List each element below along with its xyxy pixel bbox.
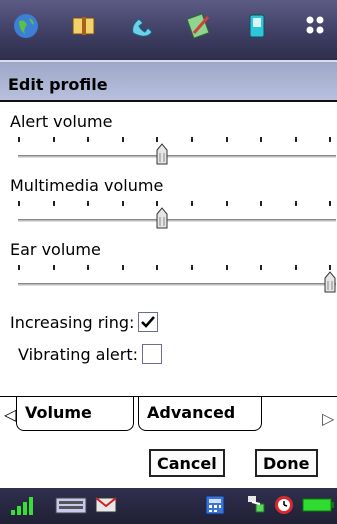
ear-volume-label: Ear volume [10, 240, 101, 259]
slider-tick [156, 201, 159, 206]
dialog-actions: Cancel Done [0, 442, 337, 488]
slider-tick [52, 265, 55, 270]
done-button[interactable]: Done [255, 449, 318, 477]
slider-tick [225, 201, 228, 206]
slider-tick [87, 201, 90, 206]
tab-left-arrow-icon[interactable]: ◁ [4, 405, 16, 424]
slider-tick [329, 137, 332, 142]
slider-tick [121, 265, 124, 270]
increasing-ring-label: Increasing ring: [10, 312, 135, 332]
tab-right-arrow-icon[interactable]: ▷ [322, 409, 334, 428]
slider-tick [294, 137, 297, 142]
slider-tick [52, 137, 55, 142]
mail-icon[interactable] [95, 494, 117, 516]
edit-profile-dialog: Edit profile Alert volume Multimedia vol… [0, 60, 337, 488]
tab-volume-label: Volume [25, 403, 92, 422]
slider-tick [87, 265, 90, 270]
grid-menu-icon[interactable] [297, 8, 333, 44]
globe-icon[interactable] [8, 8, 44, 44]
slider-tick [225, 137, 228, 142]
alert-volume-slider[interactable] [18, 155, 336, 158]
slider-tick [18, 137, 20, 142]
alert-volume-thumb[interactable] [156, 143, 168, 165]
dialog-title: Edit profile [8, 75, 108, 94]
device-icon[interactable] [239, 8, 275, 44]
tab-bar: ◁ Volume Advanced ▷ [0, 396, 337, 436]
slider-tick [191, 137, 193, 142]
connection-icon [248, 496, 265, 513]
ear-volume-ticks [18, 265, 336, 271]
slider-tick [52, 201, 55, 206]
slider-tick [260, 265, 263, 270]
signal-icon [11, 497, 33, 515]
multimedia-volume-thumb[interactable] [156, 207, 168, 229]
pen-notepad-icon[interactable] [181, 8, 217, 44]
book-icon[interactable] [66, 8, 102, 44]
slider-tick [191, 201, 193, 206]
vibrating-alert-row: Vibrating alert: [18, 344, 163, 364]
slider-tick [121, 201, 124, 206]
multimedia-volume-label: Multimedia volume [10, 176, 164, 195]
increasing-ring-row: Increasing ring: [10, 312, 159, 332]
tab-advanced-label: Advanced [147, 403, 236, 422]
slider-tick [329, 201, 332, 206]
slider-tick [225, 265, 228, 270]
ear-volume-slider[interactable] [18, 283, 336, 286]
slider-tick [294, 265, 297, 270]
alarm-icon [275, 496, 293, 514]
alert-volume-ticks [18, 137, 336, 143]
cancel-button[interactable]: Cancel [149, 449, 225, 477]
keyboard-icon[interactable] [55, 494, 87, 516]
slider-tick [260, 137, 263, 142]
ear-volume-thumb[interactable] [324, 271, 336, 293]
phone-icon[interactable] [124, 8, 160, 44]
slider-tick [87, 137, 90, 142]
volume-settings: Alert volume Multimedia volume Ear volum… [4, 104, 336, 390]
slider-tick [121, 137, 124, 142]
multimedia-volume-slider[interactable] [18, 219, 336, 222]
slider-tick [156, 265, 159, 270]
slider-tick [156, 137, 159, 142]
checkmark-icon [141, 316, 156, 328]
increasing-ring-checkbox[interactable] [138, 312, 159, 332]
slider-tick [18, 201, 20, 206]
dialog-titlebar: Edit profile [0, 60, 337, 102]
vibrating-alert-label: Vibrating alert: [18, 344, 139, 364]
battery-icon [302, 498, 334, 512]
calculator-icon[interactable] [204, 494, 226, 516]
slider-tick [329, 265, 332, 270]
multimedia-volume-ticks [18, 201, 336, 207]
slider-tick [260, 201, 263, 206]
tab-advanced[interactable]: Advanced [138, 397, 262, 431]
status-bar [0, 488, 337, 524]
slider-tick [294, 201, 297, 206]
slider-tick [18, 265, 20, 270]
slider-tick [191, 265, 193, 270]
app-launcher-bar [0, 0, 337, 60]
tab-volume[interactable]: Volume [16, 397, 134, 431]
alert-volume-label: Alert volume [10, 112, 113, 131]
vibrating-alert-checkbox[interactable] [142, 344, 163, 364]
